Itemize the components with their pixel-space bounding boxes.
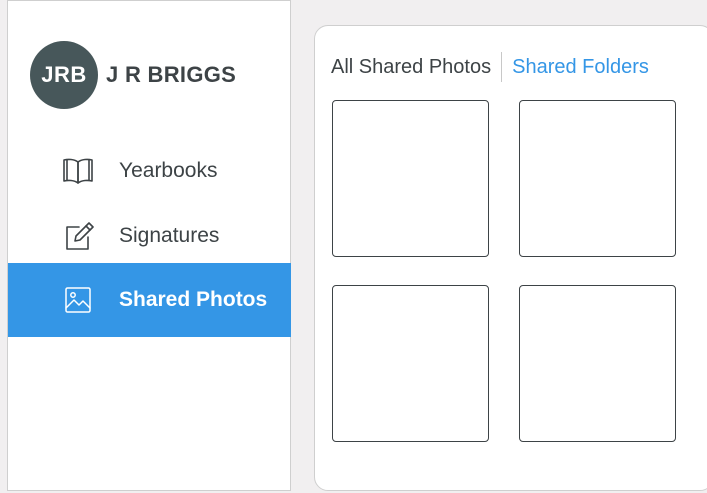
sidebar-item-yearbooks[interactable]: Yearbooks — [8, 134, 291, 208]
photo-tile[interactable] — [332, 285, 489, 442]
sidebar-item-signatures[interactable]: Signatures — [8, 199, 291, 273]
image-icon — [62, 284, 94, 316]
sidebar-item-label: Yearbooks — [119, 159, 218, 182]
sidebar-item-label: Shared Photos — [119, 288, 268, 311]
photo-tile[interactable] — [332, 100, 489, 257]
tab-shared-folders[interactable]: Shared Folders — [512, 56, 649, 79]
sidebar-item-label: Signatures — [119, 224, 220, 247]
tab-divider — [501, 52, 503, 82]
user-profile[interactable]: JRB J R BRIGGS — [30, 41, 236, 109]
avatar[interactable]: JRB — [30, 41, 98, 109]
photo-tile[interactable] — [519, 100, 676, 257]
sidebar-item-shared-photos[interactable]: Shared Photos — [8, 263, 291, 337]
photo-tabs: All Shared Photos Shared Folders — [331, 52, 649, 82]
shared-photos-panel: All Shared Photos Shared Folders — [314, 25, 707, 491]
pen-square-icon — [62, 220, 94, 252]
user-name: J R BRIGGS — [106, 62, 237, 87]
tab-all-shared-photos[interactable]: All Shared Photos — [331, 56, 491, 79]
book-icon — [62, 155, 94, 187]
photo-tile[interactable] — [519, 285, 676, 442]
sidebar: JRB J R BRIGGS Yearbooks Signatures Shar… — [7, 0, 291, 491]
